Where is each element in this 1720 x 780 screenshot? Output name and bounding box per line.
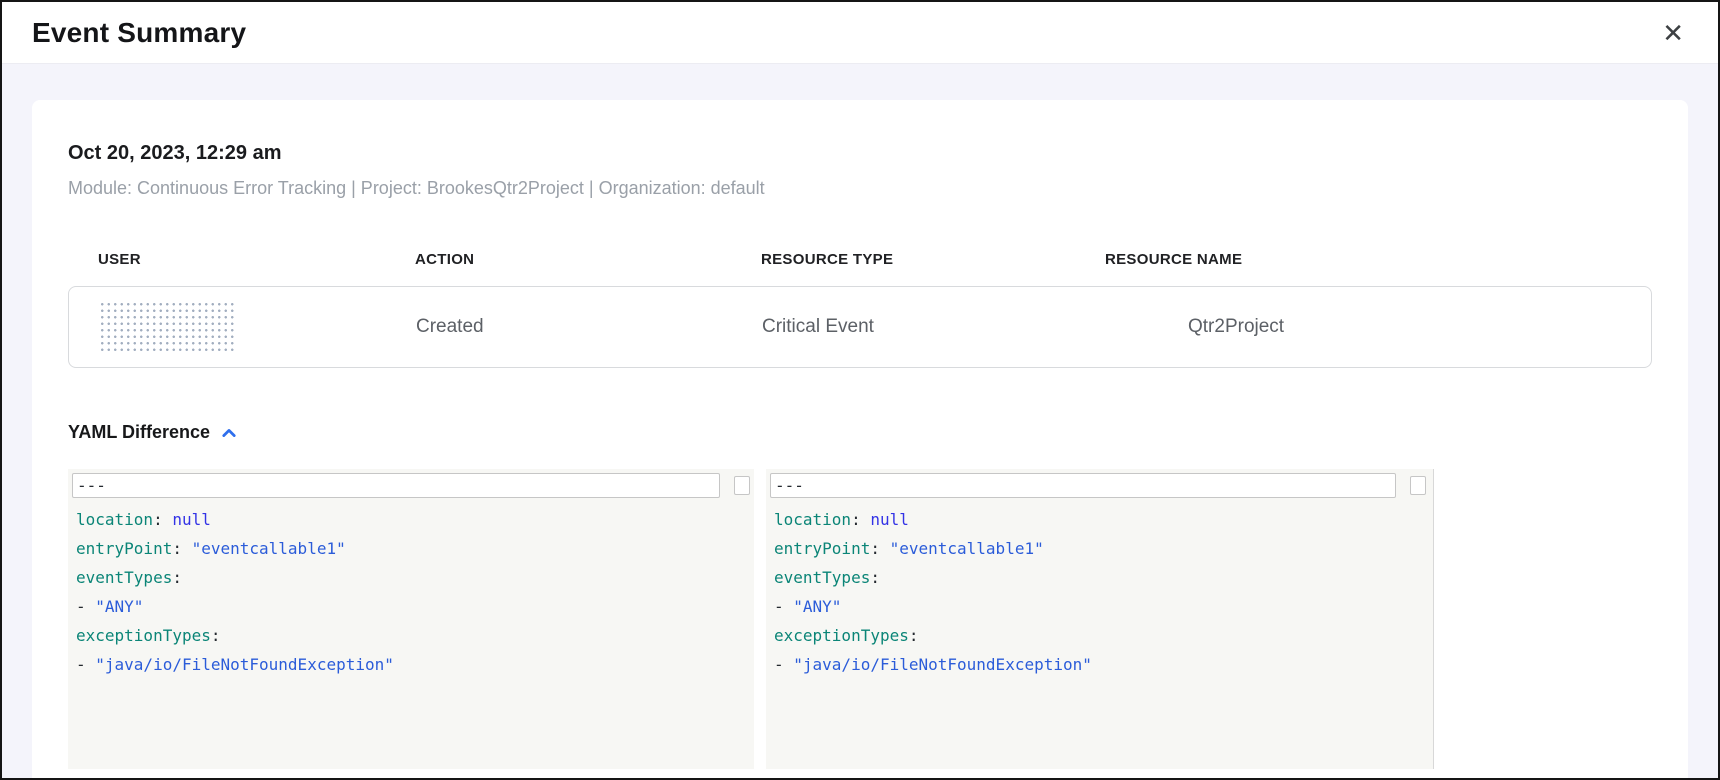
col-header-resource-name: RESOURCE NAME	[1105, 251, 1652, 268]
col-header-resource-type: RESOURCE TYPE	[761, 251, 1105, 268]
cell-resource-type: Critical Event	[762, 316, 1106, 338]
diff-pane-right: --- location: nullentryPoint: "eventcall…	[766, 469, 1452, 769]
redacted-user-avatar	[99, 301, 234, 353]
diff-pane-left-top: ---	[72, 472, 750, 498]
diff-pane-left: --- location: nullentryPoint: "eventcall…	[68, 469, 754, 769]
event-card: Oct 20, 2023, 12:29 am Module: Continuou…	[32, 100, 1688, 778]
vertical-scrollbar[interactable]	[1433, 469, 1452, 769]
yaml-diff-viewer: --- location: nullentryPoint: "eventcall…	[68, 469, 1452, 769]
chevron-up-icon	[220, 424, 238, 442]
table-header-row: USER ACTION RESOURCE TYPE RESOURCE NAME	[68, 251, 1652, 268]
yaml-code-left: location: nullentryPoint: "eventcallable…	[72, 498, 750, 679]
cell-action: Created	[416, 316, 762, 338]
cell-resource-name: Qtr2Project	[1106, 316, 1651, 338]
scrollbar-corner-right	[1410, 476, 1426, 495]
event-timestamp: Oct 20, 2023, 12:29 am	[68, 142, 1652, 165]
modal-title: Event Summary	[32, 17, 246, 49]
yaml-doc-start-left: ---	[72, 473, 720, 498]
modal-body: Oct 20, 2023, 12:29 am Module: Continuou…	[2, 64, 1718, 778]
col-header-user: USER	[68, 251, 415, 268]
cell-user	[69, 301, 416, 353]
scrollbar-corner-left	[734, 476, 750, 495]
yaml-difference-label: YAML Difference	[68, 422, 210, 443]
event-meta: Module: Continuous Error Tracking | Proj…	[68, 178, 1652, 199]
event-summary-modal: Event Summary ✕ Oct 20, 2023, 12:29 am M…	[0, 0, 1720, 780]
col-header-action: ACTION	[415, 251, 761, 268]
yaml-code-right: location: nullentryPoint: "eventcallable…	[770, 498, 1448, 679]
close-icon[interactable]: ✕	[1656, 16, 1690, 50]
yaml-difference-toggle[interactable]: YAML Difference	[68, 422, 238, 443]
diff-pane-right-top: ---	[770, 472, 1448, 498]
table-row: Created Critical Event Qtr2Project	[68, 286, 1652, 368]
yaml-doc-start-right: ---	[770, 473, 1396, 498]
modal-header: Event Summary ✕	[2, 2, 1718, 64]
